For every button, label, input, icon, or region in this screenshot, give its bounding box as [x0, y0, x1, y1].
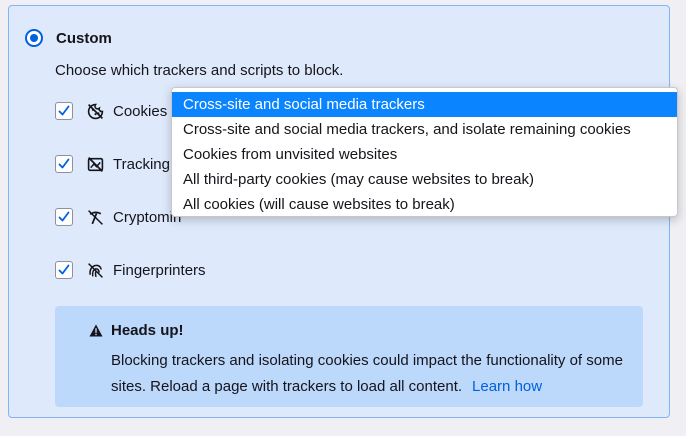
warning-title: Heads up! [111, 322, 184, 339]
fingerprinters-option-row[interactable]: Fingerprinters [55, 259, 206, 281]
dropdown-option-unvisited-websites[interactable]: Cookies from unvisited websites [172, 142, 677, 167]
cryptominer-icon [88, 209, 103, 225]
custom-radio-button[interactable] [25, 29, 43, 47]
checkmark-icon [58, 264, 70, 275]
dropdown-option-cross-site-trackers[interactable]: Cross-site and social media trackers [172, 92, 677, 117]
custom-description: Choose which trackers and scripts to blo… [55, 62, 344, 79]
custom-heading: Custom [56, 30, 112, 47]
cookie-icon [87, 103, 104, 119]
cryptominers-checkbox[interactable] [55, 208, 73, 226]
fingerprinters-label: Fingerprinters [113, 261, 206, 279]
warning-text: Blocking trackers and isolating cookies … [111, 352, 623, 395]
warning-body: Blocking trackers and isolating cookies … [111, 348, 631, 400]
checkmark-icon [58, 158, 70, 169]
checkmark-icon [58, 211, 70, 222]
warning-icon [89, 324, 103, 337]
heads-up-warning-box: Heads up! Blocking trackers and isolatin… [55, 306, 643, 407]
dropdown-option-isolate-remaining-cookies[interactable]: Cross-site and social media trackers, an… [172, 117, 677, 142]
cryptominers-option-row[interactable]: Cryptomin [55, 206, 181, 228]
tracking-content-checkbox[interactable] [55, 155, 73, 173]
cookies-checkbox[interactable] [55, 102, 73, 120]
learn-how-link[interactable]: Learn how [472, 378, 542, 395]
checkmark-icon [58, 105, 70, 116]
cookies-label: Cookies [113, 102, 168, 120]
cookies-option-row[interactable]: Cookies [55, 100, 167, 122]
fingerprinters-checkbox[interactable] [55, 261, 73, 279]
tracking-content-icon [87, 156, 104, 172]
cookie-blocking-dropdown-menu[interactable]: Cross-site and social media trackers Cro… [171, 87, 678, 217]
dropdown-option-all-third-party[interactable]: All third-party cookies (may cause websi… [172, 167, 677, 192]
tracking-content-option-row[interactable]: Tracking c [55, 153, 182, 175]
fingerprinter-icon [88, 262, 103, 278]
dropdown-option-all-cookies[interactable]: All cookies (will cause websites to brea… [172, 192, 677, 217]
